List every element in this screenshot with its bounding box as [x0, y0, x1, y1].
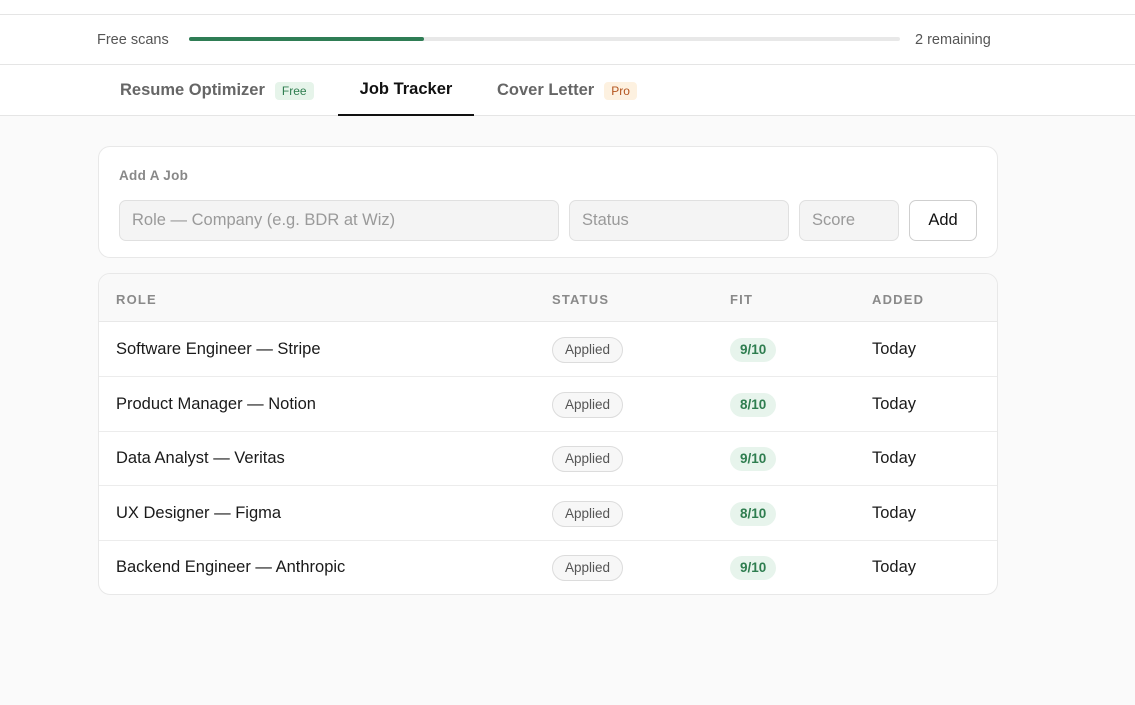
tab-label: Cover Letter [497, 81, 595, 99]
header-fit[interactable]: FIT [730, 292, 753, 307]
fit-score-badge: 8/10 [730, 502, 777, 526]
add-job-title: Add A Job [119, 168, 189, 183]
status-badge: Applied [552, 446, 624, 472]
role-cell: UX Designer — Figma [116, 504, 282, 522]
table-header: ROLE STATUS FIT ADDED [99, 274, 997, 322]
tab-cover-letter[interactable]: Cover Letter Pro [497, 65, 637, 116]
scans-remaining-text: 2 remaining [915, 32, 991, 48]
free-scans-progress [189, 37, 900, 41]
role-company-input[interactable] [119, 200, 559, 241]
table-row[interactable]: UX Designer — Figma Applied 8/10 Today [99, 486, 997, 541]
role-cell: Data Analyst — Veritas [116, 449, 285, 467]
table-row[interactable]: Data Analyst — Veritas Applied 9/10 Toda… [99, 431, 997, 486]
score-input[interactable] [799, 200, 899, 241]
header-role[interactable]: ROLE [116, 292, 157, 307]
role-cell: Software Engineer — Stripe [116, 340, 321, 358]
free-scans-label: Free scans [97, 32, 169, 48]
header-added[interactable]: ADDED [872, 292, 924, 307]
fit-score-badge: 8/10 [730, 393, 777, 417]
tab-label: Resume Optimizer [120, 81, 265, 99]
added-cell: Today [872, 395, 917, 413]
role-cell: Backend Engineer — Anthropic [116, 558, 346, 576]
status-badge: Applied [552, 392, 624, 418]
added-cell: Today [872, 558, 917, 576]
table-row[interactable]: Software Engineer — Stripe Applied 9/10 … [99, 322, 997, 377]
add-job-button[interactable]: Add [909, 200, 977, 241]
tab-job-tracker[interactable]: Job Tracker [338, 65, 474, 116]
added-cell: Today [872, 340, 917, 358]
fit-score-badge: 9/10 [730, 338, 777, 362]
add-job-card: Add A Job Add [98, 146, 998, 258]
table-row[interactable]: Backend Engineer — Anthropic Applied 9/1… [99, 540, 997, 594]
status-badge: Applied [552, 501, 624, 527]
tab-resume-optimizer[interactable]: Resume Optimizer Free [120, 65, 314, 116]
status-badge: Applied [552, 337, 624, 363]
status-input[interactable] [569, 200, 789, 241]
free-scans-progress-fill [189, 37, 424, 41]
fit-score-badge: 9/10 [730, 447, 777, 471]
table-row[interactable]: Product Manager — Notion Applied 8/10 To… [99, 377, 997, 432]
fit-score-badge: 9/10 [730, 556, 777, 580]
added-cell: Today [872, 449, 917, 467]
tab-bar: Resume Optimizer Free Job Tracker Cover … [0, 65, 1135, 116]
added-cell: Today [872, 504, 917, 522]
role-cell: Product Manager — Notion [116, 395, 316, 413]
top-strip [0, 0, 1135, 15]
job-table: ROLE STATUS FIT ADDED Software Engineer … [98, 273, 998, 595]
free-scans-bar: Free scans 2 remaining [0, 15, 1135, 65]
free-badge: Free [274, 81, 314, 100]
header-status[interactable]: STATUS [552, 292, 609, 307]
status-badge: Applied [552, 555, 624, 581]
pro-badge: Pro [604, 81, 637, 100]
tab-label: Job Tracker [359, 80, 453, 98]
